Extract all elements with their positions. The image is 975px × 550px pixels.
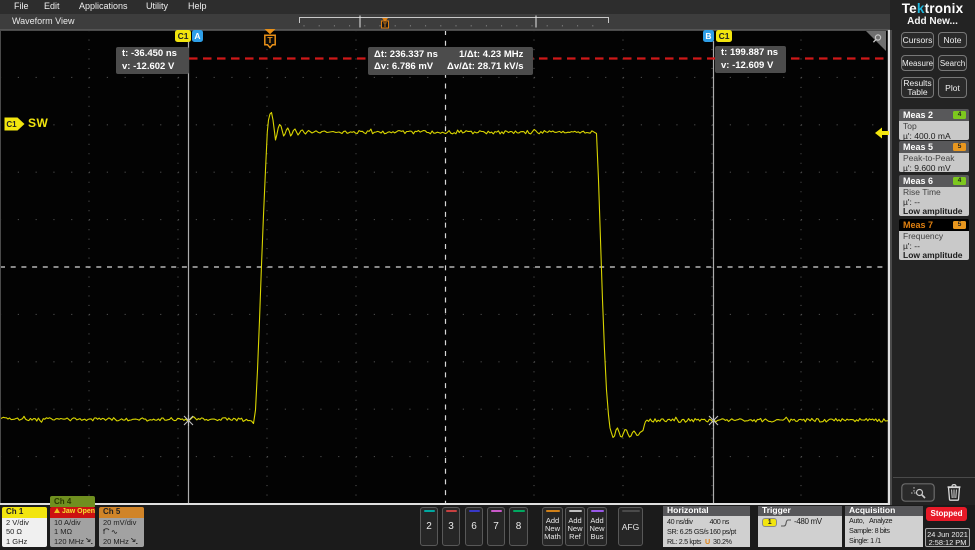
svg-text:T: T: [383, 22, 387, 29]
svg-text:T: T: [267, 35, 273, 45]
svg-text:C1: C1: [6, 120, 17, 129]
